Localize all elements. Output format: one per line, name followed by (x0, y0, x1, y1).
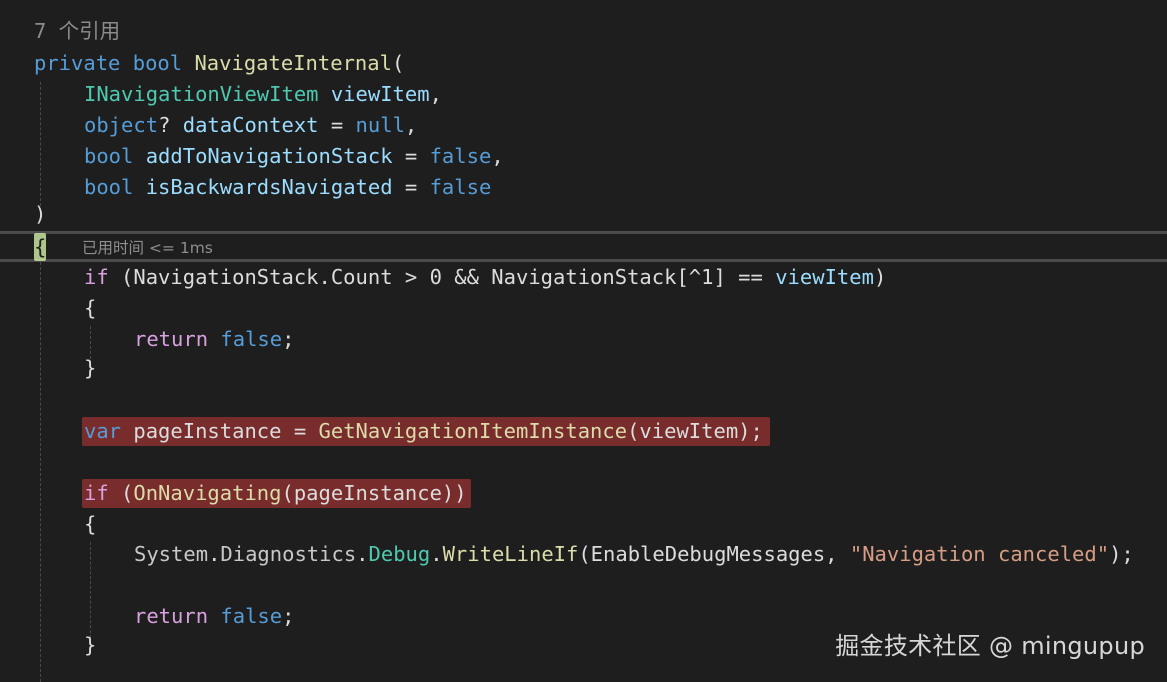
code-line-brace: { (84, 296, 97, 320)
keyword-return: return (134, 327, 209, 351)
param-type[interactable]: INavigationViewItem (84, 82, 319, 106)
class-debug: Debug (368, 542, 431, 566)
param-name: dataContext (182, 113, 319, 137)
keyword-private: private (34, 51, 121, 75)
watermark: 掘金技术社区 @ mingupup (835, 632, 1145, 660)
param-type: bool (84, 175, 134, 199)
code-line-close-paren: ) (34, 202, 47, 226)
param-name: isBackwardsNavigated (145, 175, 393, 199)
param-name: viewItem (330, 82, 430, 106)
code-line-var[interactable]: var pageInstance = GetNavigationItemInst… (0, 416, 1167, 447)
param-default: null (355, 113, 405, 137)
keyword-var: var (84, 419, 122, 443)
code-line-if-stack: if (NavigationStack.Count > 0 && Navigat… (84, 265, 887, 289)
code-line-param: INavigationViewItem viewItem, (84, 82, 442, 106)
keyword-bool: bool (132, 51, 183, 75)
code-line-param: bool addToNavigationStack = false, (84, 144, 504, 168)
string-literal: "Navigation canceled" (849, 542, 1110, 566)
keyword-return: return (134, 604, 209, 628)
code-line-param: object? dataContext = null, (84, 113, 418, 137)
keyword-if: if (84, 481, 109, 505)
code-line-if-navigating[interactable]: if (OnNavigating(pageInstance)) (0, 478, 1167, 509)
current-line-border-top (0, 231, 1167, 234)
method-name[interactable]: NavigateInternal (194, 51, 391, 75)
code-line-debug: System.Diagnostics.Debug.WriteLineIf(Ena… (134, 542, 1134, 566)
keyword-if: if (84, 265, 109, 289)
elapsed-time-hint[interactable]: 已用时间 <= 1ms (82, 236, 213, 260)
param-type: bool (84, 144, 134, 168)
param-type: object (84, 113, 159, 137)
code-editor[interactable]: 7 个引用 private bool NavigateInternal( INa… (0, 0, 1167, 682)
code-line-brace: } (84, 356, 97, 380)
reference-count-codelens[interactable]: 7 个引用 (0, 16, 1167, 47)
code-line-signature: private bool NavigateInternal( (34, 51, 405, 75)
param-default: false (429, 144, 492, 168)
param-default: false (429, 175, 492, 199)
open-brace: { (34, 235, 47, 259)
code-line-brace: { (84, 512, 97, 536)
param-name: addToNavigationStack (145, 144, 393, 168)
code-line-return: return false; (134, 327, 295, 351)
